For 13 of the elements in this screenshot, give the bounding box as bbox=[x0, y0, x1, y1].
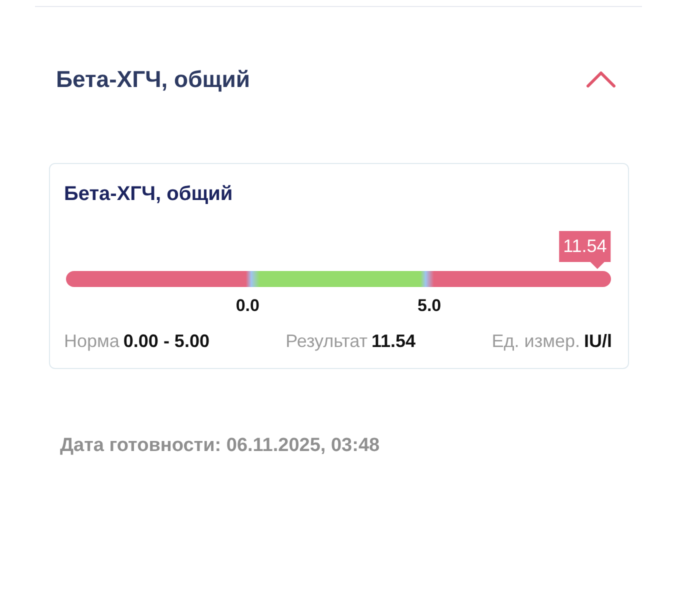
card-title: Бета-ХГЧ, общий bbox=[64, 183, 233, 206]
result-marker: 11.54 bbox=[559, 231, 611, 269]
tick-label: 0.0 bbox=[236, 296, 260, 316]
stat-label: Результат bbox=[286, 331, 368, 352]
tick-label: 5.0 bbox=[418, 296, 442, 316]
stat-value: 0.00 - 5.00 bbox=[123, 331, 210, 352]
stat-label: Норма bbox=[64, 331, 120, 352]
stat-value: IU/l bbox=[584, 331, 612, 352]
chevron-up-icon[interactable] bbox=[586, 70, 616, 88]
stat-label: Ед. измер. bbox=[492, 331, 580, 352]
ready-date: Дата готовности: 06.11.2025, 03:48 bbox=[60, 435, 381, 457]
section-title: Бета-ХГЧ, общий bbox=[56, 66, 250, 92]
stat-value: 11.54 bbox=[372, 331, 416, 352]
